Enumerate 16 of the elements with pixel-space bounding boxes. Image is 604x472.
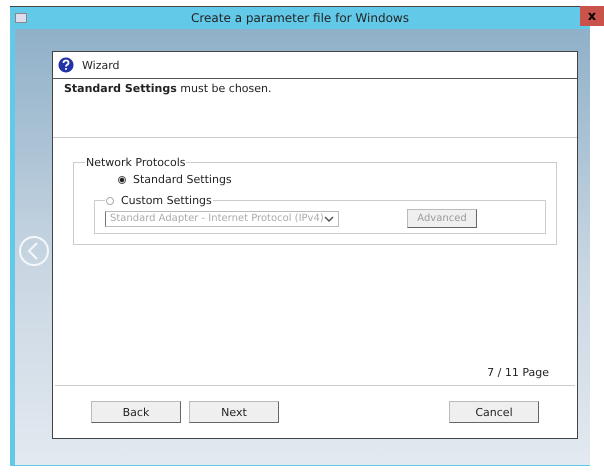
next-button[interactable]: Next xyxy=(189,401,279,423)
page-indicator: 7 / 11 Page xyxy=(487,366,549,379)
instruction-text: Standard Settings must be chosen. xyxy=(64,82,272,95)
radio-option[interactable]: Standard Settings xyxy=(118,173,546,186)
radio-button[interactable] xyxy=(106,196,114,204)
group-title: Network Protocols xyxy=(85,156,186,169)
back-button[interactable]: Back xyxy=(91,401,181,423)
dialog-title: Wizard xyxy=(82,58,120,72)
dropdown-caret-icon xyxy=(324,216,334,222)
radio-button[interactable] xyxy=(118,176,126,184)
close-button[interactable]: x xyxy=(580,6,604,26)
window-title: Create a parameter file for Windows xyxy=(191,11,409,25)
help-icon xyxy=(58,57,74,73)
cancel-button[interactable]: Cancel xyxy=(449,401,539,423)
radio-option[interactable]: Custom Settings xyxy=(106,194,212,207)
window-icon xyxy=(15,13,27,23)
